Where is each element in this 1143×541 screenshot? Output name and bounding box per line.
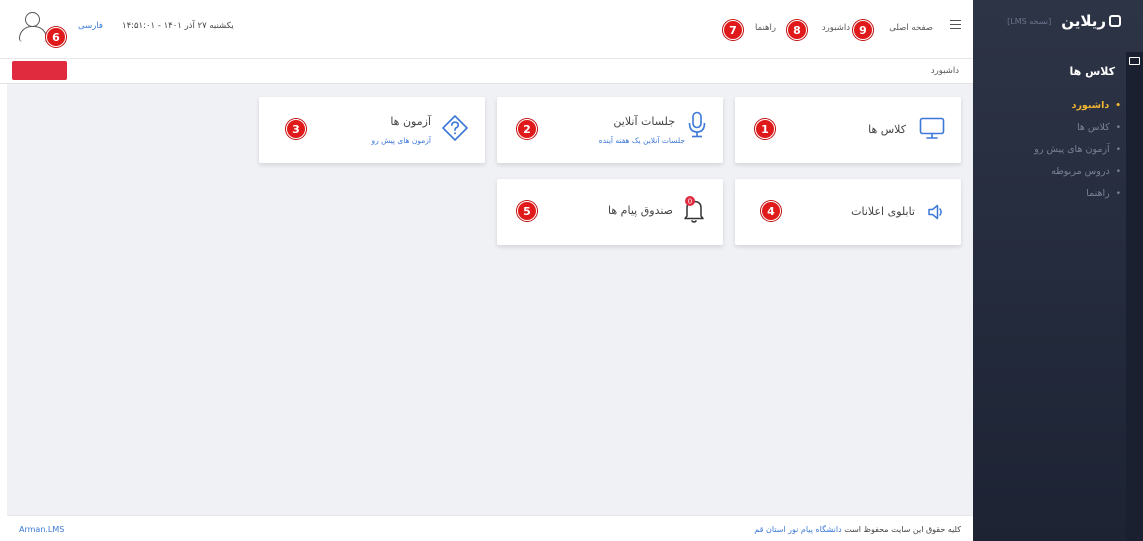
sidebar-item-upcoming-exams[interactable]: • آزمون های پیش رو — [1034, 139, 1121, 161]
sidebar-item-label: دروس مربوطه — [1051, 166, 1110, 177]
annotation-badge-2: 2 — [517, 119, 537, 139]
annotation-badge-5: 5 — [517, 201, 537, 221]
redacted-block — [12, 61, 67, 80]
annotation-badge-9: 9 — [853, 20, 873, 40]
footer: Arman.LMS کلیه حقوق این سایت محفوظ است د… — [7, 515, 973, 541]
sidebar-item-classes[interactable]: • کلاس ها — [1034, 117, 1121, 139]
organization-link[interactable]: دانشگاه پیام نور استان قم — [754, 525, 841, 534]
app-logo[interactable]: ریلاین — [1061, 12, 1121, 30]
annotation-badge-4: 4 — [761, 201, 781, 221]
card-title: آزمون ها — [390, 115, 431, 128]
annotation-badge-3: 3 — [286, 119, 306, 139]
card-title: جلسات آنلاین — [613, 115, 675, 128]
sidebar-section-title: کلاس ها — [1069, 65, 1115, 78]
bullet-icon: • — [1115, 123, 1121, 133]
annotation-badge-6: 6 — [46, 27, 66, 47]
monitor-icon[interactable] — [1129, 57, 1140, 65]
sidebar-item-label: کلاس ها — [1076, 122, 1110, 133]
sidebar-item-label: داشبورد — [1071, 100, 1110, 111]
left-edge — [0, 84, 7, 541]
copyright-text: کلیه حقوق این سایت محفوظ است — [844, 525, 961, 534]
version-label: [نسخه LMS] — [1007, 16, 1052, 26]
logo-text: ریلاین — [1061, 12, 1106, 30]
card-title: کلاس ها — [868, 123, 906, 136]
breadcrumb-bar: داشبورد — [0, 58, 973, 84]
bullet-icon: • — [1115, 189, 1121, 199]
avatar-head — [25, 12, 40, 27]
language-switch[interactable]: فارسی — [78, 21, 103, 31]
bullet-icon: • — [1115, 101, 1121, 111]
bullet-icon: • — [1115, 167, 1121, 177]
sidebar: ریلاین [نسخه LMS] کلاس ها • داشبورد • کلاس… — [973, 0, 1143, 541]
card-message-inbox[interactable]: 0 صندوق پیام ها 5 — [497, 179, 723, 245]
sidebar-item-label: آزمون های پیش رو — [1034, 144, 1110, 155]
card-online-sessions[interactable]: جلسات آنلاین جلسات آنلاین یک هفته آینده … — [497, 97, 723, 163]
avatar-body — [19, 26, 47, 42]
user-avatar-icon[interactable] — [19, 12, 47, 42]
sidebar-item-label: راهنما — [1086, 188, 1110, 199]
card-classes[interactable]: کلاس ها 1 — [735, 97, 961, 163]
card-notice-board[interactable]: تابلوی اعلانات 4 — [735, 179, 961, 245]
breadcrumb[interactable]: داشبورد — [931, 66, 959, 76]
question-diamond-icon — [442, 115, 468, 141]
annotation-badge-8: 8 — [787, 20, 807, 40]
card-exams[interactable]: آزمون ها آزمون های پیش رو 3 — [259, 97, 485, 163]
menu-toggle-icon[interactable] — [950, 20, 961, 29]
bullet-icon: • — [1115, 145, 1121, 155]
sidebar-item-help[interactable]: • راهنما — [1034, 183, 1121, 205]
top-header: صفحه اصلی 9 داشبورد 8 راهنما 7 یکشنبه ۲۷… — [0, 0, 973, 58]
sidebar-rail — [1126, 52, 1143, 541]
sidebar-logo-row: ریلاین [نسخه LMS] — [1007, 12, 1121, 30]
card-subtitle-link[interactable]: آزمون های پیش رو — [371, 136, 431, 145]
annotation-badge-1: 1 — [755, 119, 775, 139]
footer-brand-link[interactable]: Arman.LMS — [19, 525, 64, 534]
nav-home-link[interactable]: صفحه اصلی — [889, 23, 933, 33]
annotation-badge-7: 7 — [723, 20, 743, 40]
monitor-icon — [919, 117, 945, 139]
card-subtitle-link[interactable]: جلسات آنلاین یک هفته آینده — [599, 136, 685, 145]
bell-icon: 0 — [684, 196, 704, 223]
sidebar-item-dashboard[interactable]: • داشبورد — [1034, 95, 1121, 117]
nav-help-link[interactable]: راهنما — [755, 23, 776, 33]
microphone-icon — [688, 111, 706, 138]
sidebar-item-related-courses[interactable]: • دروس مربوطه — [1034, 161, 1121, 183]
card-title: تابلوی اعلانات — [851, 205, 915, 218]
card-title: صندوق پیام ها — [608, 204, 673, 217]
current-datetime: یکشنبه ۲۷ آذر ۱۴۰۱ - ۱۴:۵۱:۰۱ — [122, 21, 234, 31]
nav-dashboard-link[interactable]: داشبورد — [822, 23, 850, 33]
notification-count: 0 — [688, 198, 692, 206]
sidebar-menu: • داشبورد • کلاس ها • آزمون های پیش رو • درو… — [1034, 95, 1121, 205]
footer-copyright: کلیه حقوق این سایت محفوظ است دانشگاه پیا… — [754, 525, 961, 534]
speaker-icon — [928, 204, 942, 220]
logo-icon — [1109, 15, 1121, 27]
